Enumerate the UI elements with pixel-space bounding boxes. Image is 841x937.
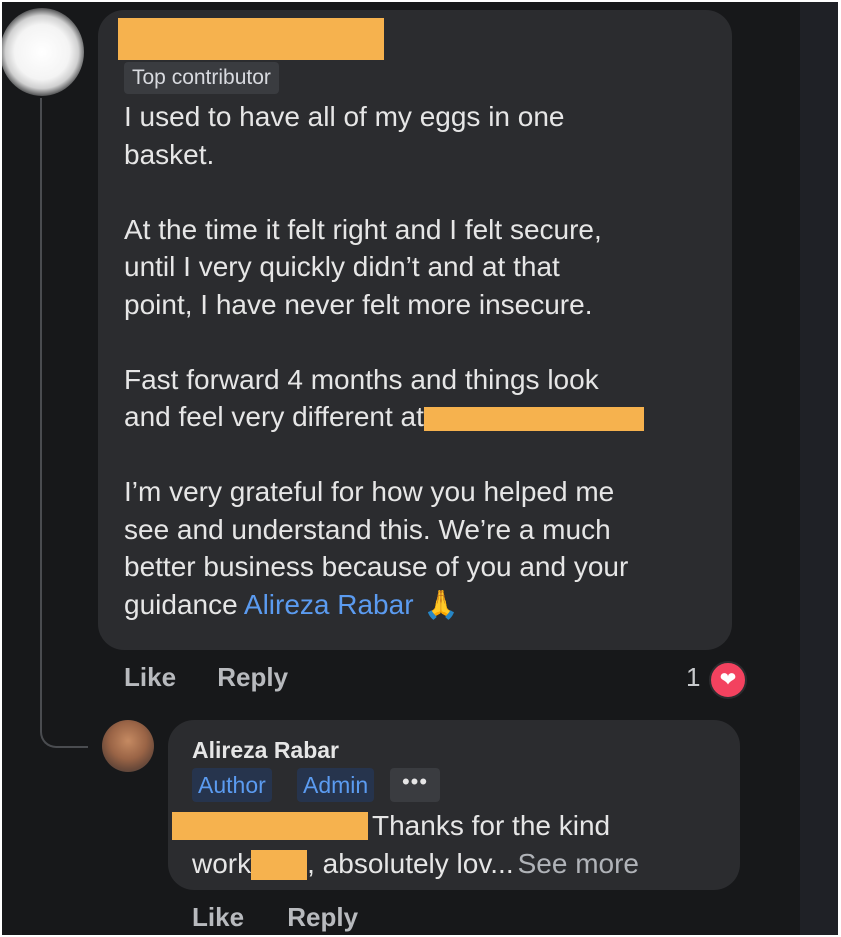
reply-button[interactable]: Reply [217, 662, 288, 692]
reply-text: Thanks for the kind work, absolutely lov… [192, 810, 640, 881]
comment-paragraph: At the time it felt right and I felt sec… [124, 213, 602, 320]
redacted-word [251, 850, 308, 881]
thread-connector-line [40, 98, 88, 748]
comment-text: I used to have all of my eggs in one bas… [124, 98, 724, 623]
comment-paragraph: I’m very grateful for how you helped me … [124, 473, 724, 623]
praying-hands-icon: 🙏 [423, 588, 459, 620]
admin-badge: Admin [297, 768, 375, 802]
author-badge: Author [192, 768, 272, 802]
comments-screen: Top contributor I used to have all of my… [2, 2, 838, 935]
see-more-link[interactable]: See more [518, 848, 639, 879]
reaction-count[interactable]: 1 [686, 662, 700, 693]
reply-button[interactable]: Reply [287, 902, 358, 932]
top-contributor-badge: Top contributor [124, 62, 279, 94]
reply-actions: Like Reply [192, 902, 394, 933]
comment-paragraph: I used to have all of my eggs in one bas… [124, 101, 565, 170]
side-panel [800, 2, 838, 935]
mention-link[interactable]: Alireza Rabar [244, 589, 414, 620]
comment-paragraph: Fast forward 4 months and things look an… [124, 361, 724, 436]
redacted-company-name [423, 406, 644, 431]
reply-author-avatar[interactable] [102, 720, 154, 772]
like-button[interactable]: Like [124, 662, 176, 692]
heart-icon[interactable]: ❤ [709, 661, 747, 699]
reply-author-name[interactable]: Alireza Rabar [192, 737, 339, 764]
redacted-commenter-name [118, 18, 384, 60]
comment-actions: Like Reply [124, 662, 322, 693]
more-options-button[interactable]: ••• [390, 768, 440, 802]
like-button[interactable]: Like [192, 902, 244, 932]
commenter-avatar[interactable] [2, 8, 84, 96]
